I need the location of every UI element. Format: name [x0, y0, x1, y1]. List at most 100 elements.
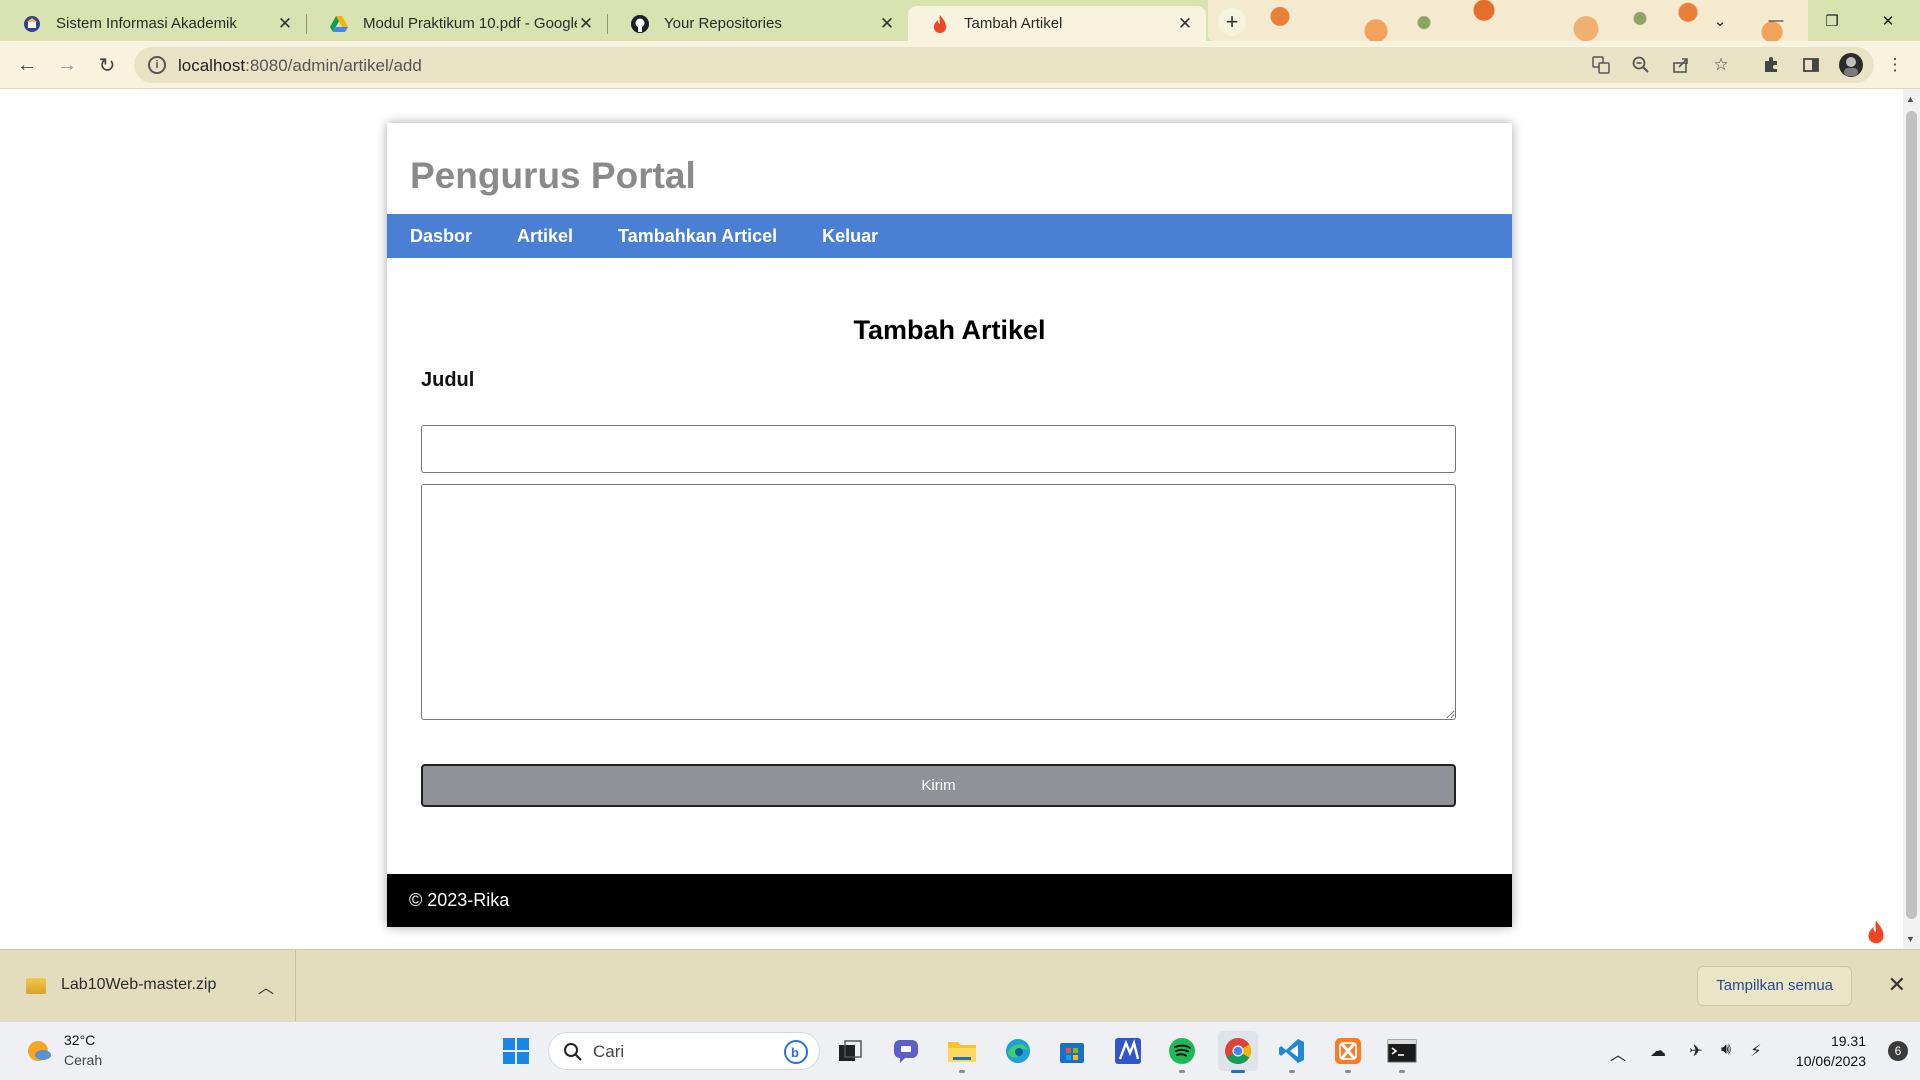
- title-label: Judul: [421, 369, 475, 391]
- reload-icon[interactable]: ↻: [92, 50, 122, 80]
- file-explorer-icon[interactable]: [942, 1031, 982, 1073]
- nav-link-keluar[interactable]: Keluar: [822, 226, 878, 247]
- running-indicator: [1231, 1070, 1245, 1073]
- university-icon: [22, 14, 42, 34]
- browser-toolbar: ← → ↻ i localhost:8080/admin/artikel/add…: [0, 41, 1920, 89]
- terminal-icon[interactable]: [1382, 1031, 1422, 1073]
- close-icon[interactable]: ✕: [276, 14, 294, 33]
- weather-partly-sunny-icon[interactable]: [24, 1038, 52, 1064]
- tab-title: Sistem Informasi Akademik: [56, 15, 237, 32]
- download-file-name: Lab10Web-master.zip: [61, 976, 217, 993]
- new-tab-button[interactable]: +: [1218, 8, 1246, 36]
- page-heading: Tambah Artikel: [853, 315, 1046, 345]
- running-indicator: [1399, 1070, 1405, 1073]
- more-menu-icon[interactable]: ⋮: [1880, 50, 1910, 80]
- translate-icon[interactable]: [1586, 50, 1616, 80]
- volume-icon[interactable]: 🔊︎: [1714, 1041, 1738, 1059]
- edge-browser-icon[interactable]: [998, 1031, 1038, 1071]
- running-indicator: [1289, 1070, 1295, 1073]
- nav-link-tambahkan-articel[interactable]: Tambahkan Articel: [618, 226, 777, 247]
- weather-condition: Cerah: [64, 1052, 103, 1068]
- tab-tambah-artikel[interactable]: Tambah Artikel ✕: [908, 6, 1206, 41]
- site-footer: © 2023-Rika: [387, 874, 1512, 927]
- tab-your-repositories[interactable]: Your Repositories ✕: [608, 6, 908, 41]
- notification-count-badge[interactable]: 6: [1888, 1041, 1908, 1061]
- scroll-down-arrow-icon[interactable]: ▼: [1906, 934, 1915, 944]
- scroll-up-arrow-icon[interactable]: ▲: [1906, 94, 1915, 104]
- nav-link-dasbor[interactable]: Dasbor: [410, 226, 472, 247]
- taskbar-search[interactable]: Cari b: [548, 1032, 820, 1070]
- window-close-icon[interactable]: ✕: [1860, 0, 1916, 41]
- weather-temperature: 32°C: [64, 1032, 96, 1048]
- vscode-icon[interactable]: [1272, 1031, 1312, 1073]
- tab-title: Tambah Artikel: [964, 15, 1063, 32]
- bing-icon[interactable]: b: [783, 1039, 809, 1065]
- forward-arrow-icon[interactable]: →: [52, 50, 82, 80]
- airplane-mode-icon[interactable]: ✈: [1684, 1041, 1708, 1061]
- spotify-icon[interactable]: [1162, 1031, 1202, 1073]
- task-view-icon[interactable]: [830, 1031, 870, 1071]
- url-text[interactable]: localhost:8080/admin/artikel/add: [178, 56, 422, 76]
- chrome-icon[interactable]: [1218, 1031, 1258, 1073]
- content-textarea[interactable]: [421, 484, 1456, 720]
- xampp-icon[interactable]: [1328, 1031, 1368, 1073]
- site-info-icon[interactable]: i: [148, 56, 166, 74]
- onedrive-cloud-icon[interactable]: ☁: [1646, 1041, 1670, 1061]
- restore-icon[interactable]: ❐: [1804, 0, 1860, 41]
- close-icon[interactable]: ✕: [1176, 14, 1194, 33]
- microsoft-store-icon[interactable]: [1052, 1031, 1092, 1071]
- main-content: Tambah Artikel Judul Kirim: [387, 258, 1512, 874]
- tab-sistem-informasi[interactable]: Sistem Informasi Akademik ✕: [0, 6, 306, 41]
- search-placeholder: Cari: [593, 1042, 625, 1061]
- google-drive-icon: [329, 14, 349, 34]
- running-indicator: [1345, 1070, 1351, 1073]
- browser-tab-strip: Sistem Informasi Akademik ✕ Modul Prakti…: [0, 0, 1920, 41]
- battery-charging-icon[interactable]: ⚡︎: [1744, 1041, 1768, 1061]
- tab-search-chevron-icon[interactable]: ⌄: [1692, 0, 1748, 41]
- back-arrow-icon[interactable]: ←: [12, 50, 42, 80]
- minimize-icon[interactable]: —: [1748, 0, 1804, 41]
- profile-avatar[interactable]: [1836, 50, 1866, 80]
- extensions-puzzle-icon[interactable]: [1756, 50, 1786, 80]
- nav-link-artikel[interactable]: Artikel: [517, 226, 573, 247]
- zip-file-icon: [26, 978, 46, 994]
- vpn-app-icon[interactable]: [1108, 1031, 1148, 1071]
- chevron-up-icon[interactable]: ︿: [258, 974, 274, 998]
- codeigniter-toolbar-flame-icon[interactable]: [1866, 919, 1890, 947]
- tab-title: Your Repositories: [664, 15, 782, 32]
- show-all-downloads-button[interactable]: Tampilkan semua: [1697, 966, 1852, 1006]
- codeigniter-flame-icon: [930, 14, 950, 34]
- taskbar: 32°C Cerah Cari b ︿ ☁ ✈ 🔊︎ ⚡︎ 19.31 10/0…: [0, 1021, 1920, 1080]
- download-item[interactable]: Lab10Web-master.zip ︿: [0, 950, 296, 1022]
- scrollbar-thumb[interactable]: [1906, 111, 1917, 919]
- submit-button[interactable]: Kirim: [421, 764, 1456, 807]
- bookmark-star-icon[interactable]: ☆: [1706, 50, 1736, 80]
- search-icon: [564, 1043, 582, 1061]
- tab-modul-praktikum[interactable]: Modul Praktikum 10.pdf - Google Drive ✕: [307, 6, 607, 41]
- title-input[interactable]: [421, 425, 1456, 473]
- side-panel-icon[interactable]: [1796, 50, 1826, 80]
- running-indicator: [1179, 1070, 1185, 1073]
- teams-chat-icon[interactable]: [886, 1031, 926, 1071]
- site-header: Pengurus Portal: [387, 123, 1512, 214]
- clock-time[interactable]: 19.31: [1831, 1033, 1866, 1049]
- main-nav: Dasbor Artikel Tambahkan Articel Keluar: [387, 214, 1512, 258]
- close-icon[interactable]: ✕: [577, 14, 595, 33]
- tab-title: Modul Praktikum 10.pdf - Google Drive: [363, 15, 577, 32]
- close-icon[interactable]: ✕: [1888, 972, 1906, 998]
- windows-start-icon[interactable]: [496, 1031, 536, 1071]
- github-icon: [630, 14, 650, 34]
- site-title: Pengurus Portal: [410, 155, 696, 196]
- svg-text:b: b: [791, 1045, 799, 1060]
- page-viewport: Pengurus Portal Dasbor Artikel Tambahkan…: [0, 89, 1920, 949]
- page-container: Pengurus Portal Dasbor Artikel Tambahkan…: [387, 123, 1512, 927]
- share-icon[interactable]: [1666, 50, 1696, 80]
- download-bar: Lab10Web-master.zip ︿ Tampilkan semua ✕: [0, 949, 1920, 1022]
- close-icon[interactable]: ✕: [878, 14, 896, 33]
- clock-date[interactable]: 10/06/2023: [1796, 1053, 1866, 1069]
- url-path: :8080/admin/artikel/add: [245, 56, 422, 75]
- chevron-up-icon[interactable]: ︿: [1606, 1041, 1630, 1065]
- zoom-out-icon[interactable]: [1626, 50, 1656, 80]
- address-bar[interactable]: i localhost:8080/admin/artikel/add ☆: [134, 47, 1874, 83]
- vertical-scrollbar[interactable]: ▲ ▼: [1903, 89, 1920, 949]
